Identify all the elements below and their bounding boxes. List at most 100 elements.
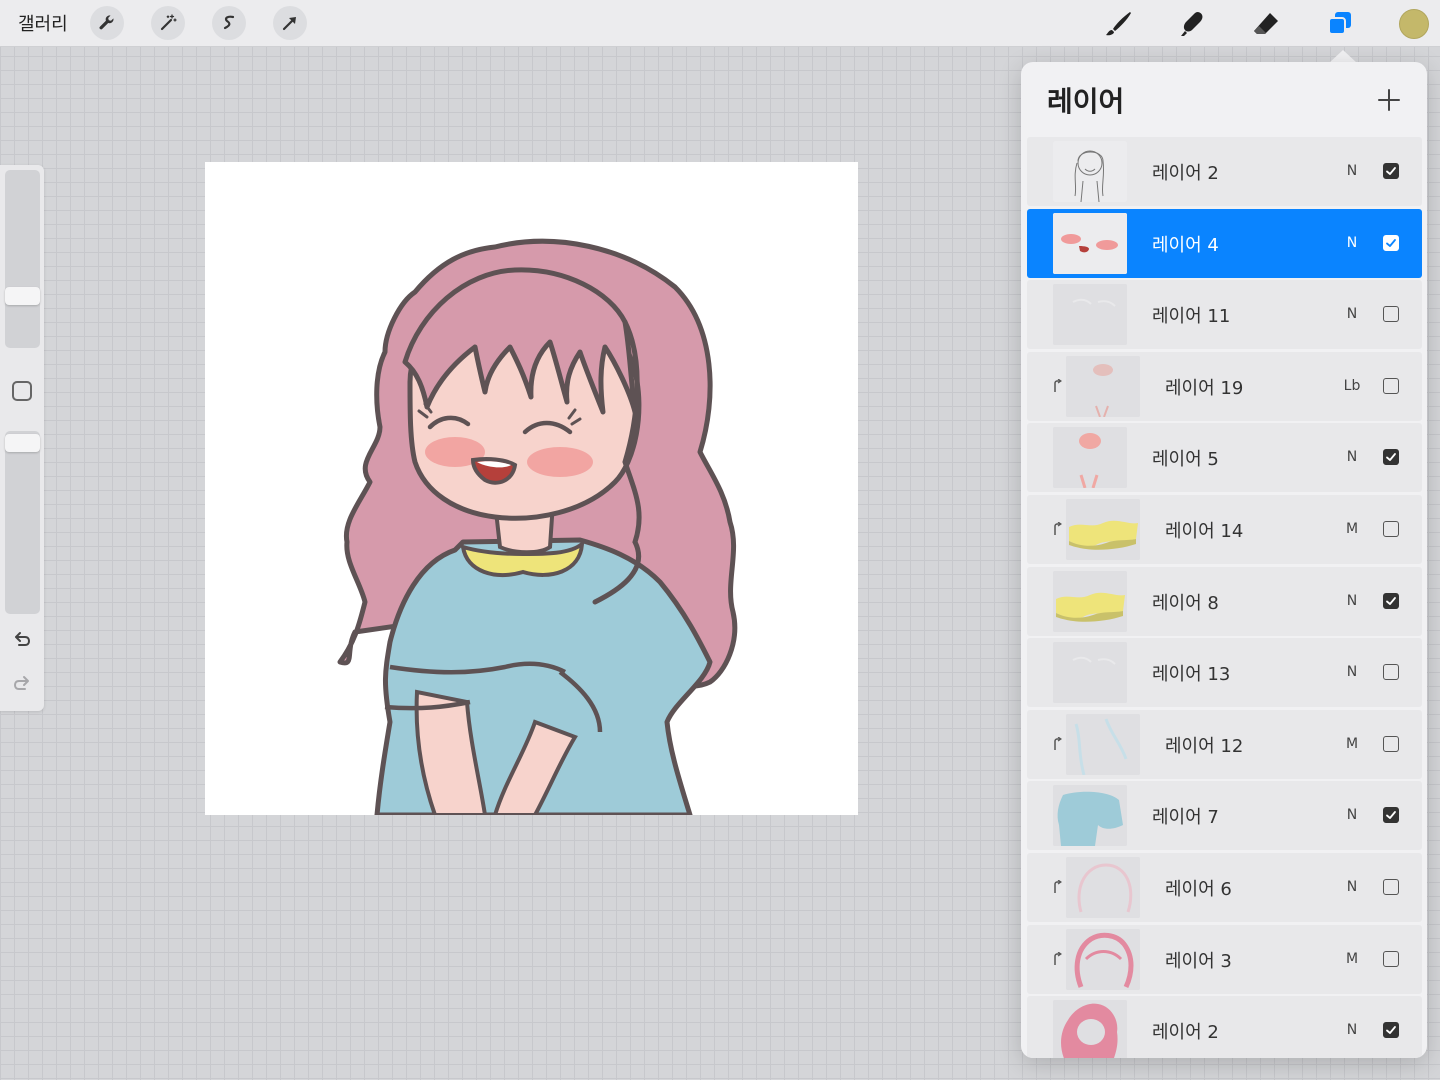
- layers-icon[interactable]: [1322, 6, 1358, 42]
- layer-row[interactable]: 레이어 13 N: [1027, 638, 1422, 708]
- opacity-thumb[interactable]: [5, 434, 40, 453]
- layer-row[interactable]: 레이어 7 N: [1027, 781, 1422, 851]
- modify-button[interactable]: [12, 381, 32, 401]
- layer-name: 레이어 19: [1165, 377, 1244, 399]
- layer-name: 레이어 5: [1152, 449, 1219, 471]
- blend-mode-button[interactable]: N: [1337, 593, 1367, 609]
- visibility-checkbox[interactable]: [1383, 163, 1399, 179]
- blend-mode-button[interactable]: N: [1337, 664, 1367, 680]
- layer-thumbnail[interactable]: [1053, 427, 1127, 489]
- visibility-checkbox[interactable]: [1383, 664, 1399, 681]
- visibility-checkbox[interactable]: [1383, 449, 1399, 466]
- visibility-checkbox[interactable]: [1383, 520, 1399, 537]
- blend-mode-button[interactable]: N: [1337, 807, 1367, 823]
- eraser-icon[interactable]: [1248, 6, 1284, 42]
- brush-size-slider[interactable]: [5, 170, 40, 348]
- layer-row[interactable]: 레이어 2 N: [1027, 137, 1422, 206]
- layer-row[interactable]: 레이어 5 N: [1027, 423, 1422, 493]
- layer-row[interactable]: 레이어 2 N: [1027, 996, 1422, 1058]
- layer-thumbnail[interactable]: [1066, 713, 1140, 775]
- layer-row[interactable]: 레이어 19 Lb: [1027, 351, 1422, 421]
- blend-mode-button[interactable]: N: [1337, 449, 1367, 465]
- checkmark-icon: [1386, 167, 1396, 175]
- visibility-checkbox[interactable]: [1383, 735, 1399, 752]
- layer-row[interactable]: 레이어 3 M: [1027, 924, 1422, 994]
- layer-name: 레이어 2: [1152, 163, 1219, 184]
- blend-mode-button[interactable]: M: [1337, 736, 1367, 752]
- plus-icon[interactable]: [1375, 86, 1403, 114]
- opacity-slider[interactable]: [5, 431, 40, 614]
- clipping-mask-icon: [1054, 521, 1062, 535]
- layer-name: 레이어 13: [1152, 664, 1231, 686]
- checkmark-icon: [1386, 811, 1396, 820]
- blend-mode-button[interactable]: N: [1337, 306, 1367, 322]
- layer-name: 레이어 12: [1165, 735, 1244, 757]
- layer-name: 레이어 3: [1165, 950, 1232, 972]
- layer-name: 레이어 14: [1165, 520, 1244, 542]
- undo-icon[interactable]: [11, 629, 33, 651]
- gallery-button[interactable]: 갤러리: [18, 10, 68, 36]
- layer-list: 레이어 2 N 레이어 4 N 레이어 11 N 레이어 19 Lb 레이어 5 N 레이어 14 M…: [1027, 137, 1422, 1058]
- layer-name: 레이어 6: [1165, 878, 1232, 900]
- layer-row[interactable]: 레이어 14 M: [1027, 494, 1422, 564]
- layer-thumbnail[interactable]: [1066, 355, 1140, 417]
- layer-name: 레이어 8: [1152, 592, 1219, 614]
- layers-panel: 레이어 레이어 2 N 레이어 4 N 레이어 11 N 레이어 19 Lb 레이어 5 N 레이어…: [1021, 62, 1427, 1058]
- girl-illustration: [337, 238, 738, 815]
- clipping-mask-icon: [1054, 879, 1062, 893]
- visibility-checkbox[interactable]: [1383, 950, 1399, 967]
- visibility-checkbox[interactable]: [1383, 1022, 1399, 1039]
- layer-thumbnail[interactable]: [1066, 498, 1140, 560]
- layer-thumbnail[interactable]: [1053, 785, 1127, 847]
- layer-thumbnail[interactable]: [1066, 928, 1140, 990]
- checkmark-icon: [1386, 453, 1396, 462]
- visibility-checkbox[interactable]: [1383, 377, 1399, 394]
- visibility-checkbox[interactable]: [1383, 592, 1399, 609]
- adjustments-magic-wand-icon[interactable]: [151, 6, 185, 40]
- blend-mode-button[interactable]: N: [1337, 879, 1367, 895]
- blend-mode-button[interactable]: N: [1337, 163, 1367, 179]
- clipping-mask-icon: [1054, 951, 1062, 965]
- blend-mode-button[interactable]: N: [1337, 1022, 1367, 1038]
- visibility-checkbox[interactable]: [1383, 306, 1399, 323]
- visibility-checkbox[interactable]: [1383, 807, 1399, 824]
- layer-thumbnail[interactable]: [1053, 642, 1127, 704]
- selection-s-icon[interactable]: [212, 6, 246, 40]
- blend-mode-button[interactable]: N: [1337, 235, 1367, 251]
- visibility-checkbox[interactable]: [1383, 878, 1399, 895]
- layer-row[interactable]: 레이어 4 N: [1027, 208, 1422, 278]
- layer-row[interactable]: 레이어 6 N: [1027, 852, 1422, 922]
- color-picker-swatch[interactable]: [1399, 9, 1429, 39]
- clipping-mask-icon: [1054, 736, 1062, 750]
- blend-mode-button[interactable]: M: [1337, 521, 1367, 537]
- layer-thumbnail[interactable]: [1053, 284, 1127, 346]
- layer-thumbnail[interactable]: [1066, 856, 1140, 918]
- layer-thumbnail[interactable]: [1053, 141, 1127, 202]
- brush-icon[interactable]: [1101, 6, 1137, 42]
- left-sidebar: [0, 165, 44, 711]
- layer-name: 레이어 11: [1152, 306, 1231, 328]
- visibility-checkbox[interactable]: [1383, 234, 1399, 251]
- layer-thumbnail[interactable]: [1053, 212, 1127, 274]
- blend-mode-button[interactable]: Lb: [1337, 378, 1367, 394]
- checkmark-icon: [1386, 238, 1396, 247]
- transform-arrow-icon[interactable]: [273, 6, 307, 40]
- layer-name: 레이어 2: [1152, 1022, 1219, 1044]
- blend-mode-button[interactable]: M: [1337, 951, 1367, 967]
- smudge-icon[interactable]: [1174, 6, 1210, 42]
- redo-icon[interactable]: [11, 673, 33, 695]
- layer-row[interactable]: 레이어 11 N: [1027, 280, 1422, 350]
- checkmark-icon: [1386, 1026, 1396, 1035]
- checkmark-icon: [1386, 596, 1396, 605]
- layer-thumbnail[interactable]: [1053, 570, 1127, 632]
- layer-name: 레이어 7: [1152, 807, 1219, 829]
- layer-row[interactable]: 레이어 8 N: [1027, 566, 1422, 636]
- drawing-canvas[interactable]: [205, 162, 858, 815]
- panel-title: 레이어: [1047, 85, 1125, 118]
- actions-wrench-icon[interactable]: [90, 6, 124, 40]
- brush-size-thumb[interactable]: [5, 286, 40, 305]
- clipping-mask-icon: [1054, 378, 1062, 392]
- top-toolbar: 갤러리: [0, 0, 1440, 47]
- layer-row[interactable]: 레이어 12 M: [1027, 709, 1422, 779]
- layer-thumbnail[interactable]: [1053, 1000, 1127, 1058]
